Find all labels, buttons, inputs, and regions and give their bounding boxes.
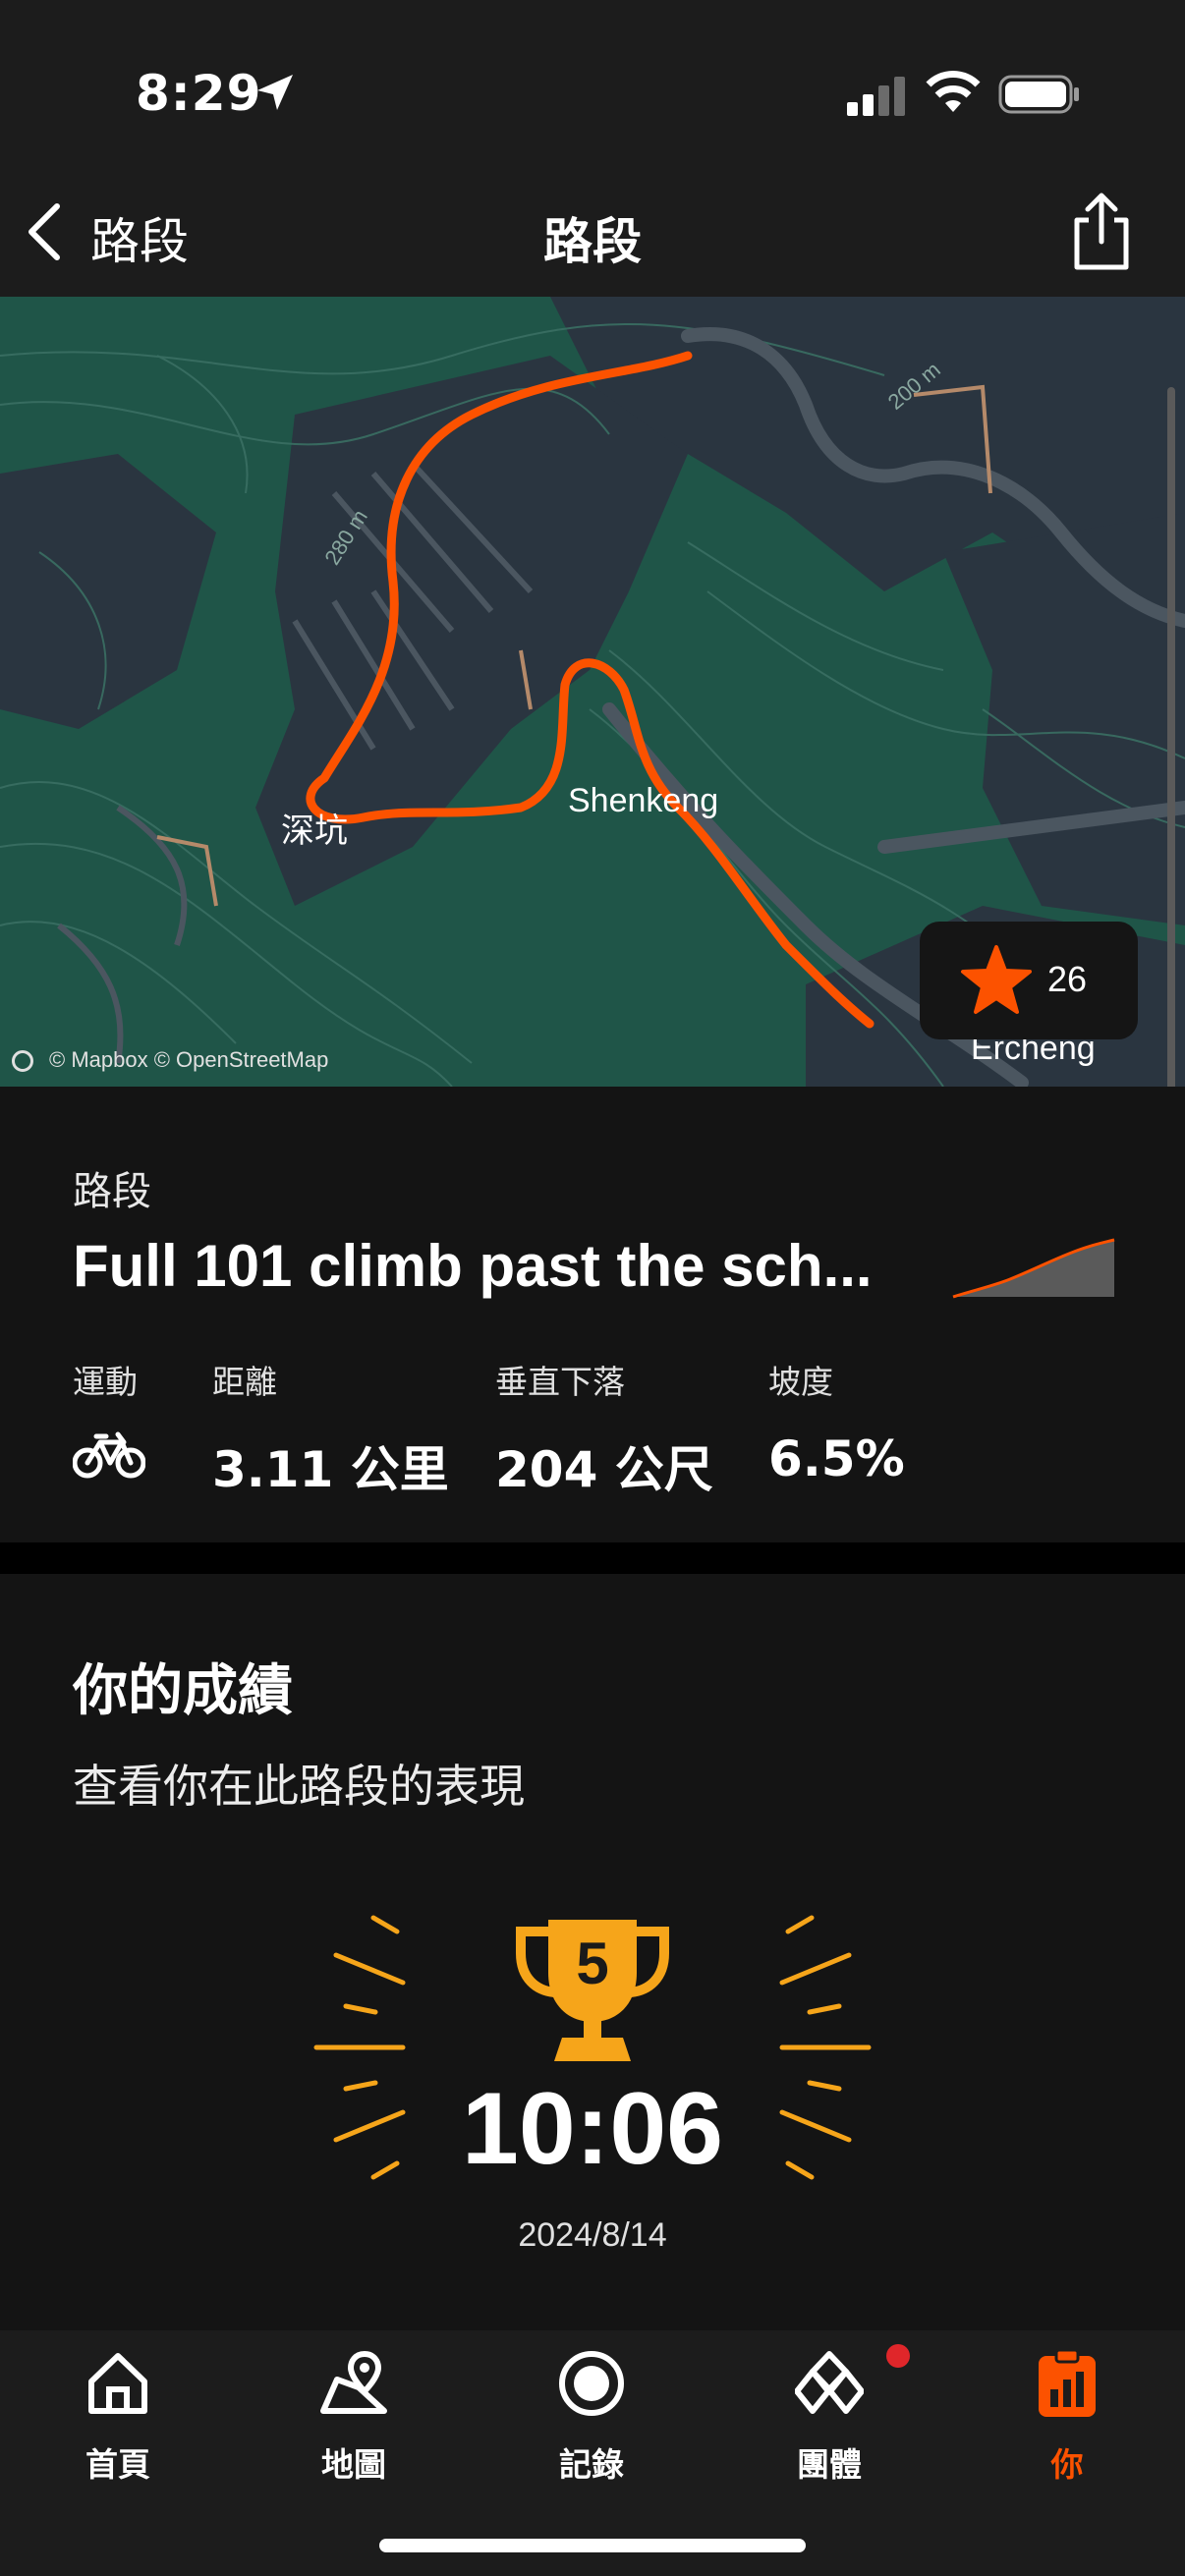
tab-groups[interactable]: 團體 — [711, 2330, 947, 2507]
nav-bar: 路段 路段 — [0, 167, 1185, 297]
results-subtitle: 查看你在此路段的表現 — [73, 1760, 525, 1813]
bike-icon — [73, 1431, 145, 1479]
tab-you[interactable]: 你 — [949, 2330, 1185, 2507]
segment-title: Full 101 climb past the sch... — [73, 1233, 873, 1299]
status-time: 8:29 — [136, 65, 262, 122]
stat-distance-value: 3.11 公里 — [212, 1441, 449, 1498]
battery-icon — [998, 75, 1079, 114]
stat-grade-label: 坡度 — [768, 1363, 833, 1401]
stat-distance: 距離 3.11 公里 — [212, 1356, 449, 1501]
section-divider — [0, 1542, 1185, 1574]
home-icon — [88, 2353, 147, 2414]
tab-groups-label: 團體 — [797, 2445, 862, 2484]
cellular-signal-icon — [847, 77, 905, 116]
tab-home-label: 首頁 — [85, 2445, 150, 2484]
mapbox-logo-icon — [12, 1050, 33, 1073]
you-icon — [1039, 2348, 1096, 2417]
location-arrow-icon — [257, 75, 293, 110]
your-results-card[interactable]: 你的成績 查看你在此路段的表現 5 10:06 2024/8/14 — [0, 1574, 1185, 2330]
trophy-rank: 5 — [576, 1931, 609, 1996]
star-icon — [961, 945, 1032, 1014]
home-indicator[interactable] — [379, 2539, 806, 2552]
wifi-icon — [926, 71, 981, 112]
stat-sport-label: 運動 — [73, 1363, 138, 1401]
tab-record-label: 記錄 — [559, 2445, 624, 2484]
segment-map[interactable]: 深坑 Shenkeng Ercheng 280 m 200 m © Mapbox… — [0, 297, 1185, 1087]
star-segment-button[interactable]: 26 — [920, 922, 1138, 1039]
best-time: 10:06 — [462, 2072, 723, 2186]
map-label-shenkeng: Shenkeng — [568, 782, 719, 819]
segment-label: 路段 — [73, 1169, 151, 1214]
stat-grade: 坡度 6.5% — [768, 1356, 905, 1487]
page-title: 路段 — [543, 213, 642, 270]
best-time-date: 2024/8/14 — [518, 2216, 667, 2254]
map-attribution[interactable]: © Mapbox © OpenStreetMap — [12, 1047, 328, 1073]
segment-info: 路段 Full 101 climb past the sch... 運動 距離 … — [0, 1087, 1185, 1542]
elevation-profile-icon — [952, 1238, 1115, 1299]
stat-grade-value: 6.5% — [768, 1430, 905, 1487]
tab-you-label: 你 — [1050, 2445, 1084, 2484]
results-title: 你的成績 — [73, 1659, 293, 1723]
map-icon — [320, 2350, 387, 2414]
record-icon — [559, 2351, 624, 2416]
stat-distance-label: 距離 — [212, 1363, 277, 1401]
star-count: 26 — [1047, 959, 1088, 999]
groups-icon — [795, 2351, 864, 2414]
tab-record[interactable]: 記錄 — [474, 2330, 709, 2507]
notification-badge — [886, 2344, 910, 2368]
tab-maps-label: 地圖 — [321, 2445, 386, 2484]
stat-elevation: 垂直下落 204 公尺 — [495, 1356, 713, 1501]
stat-elevation-label: 垂直下落 — [495, 1363, 625, 1401]
status-bar: 8:29 — [0, 0, 1185, 167]
stat-elevation-value: 204 公尺 — [495, 1441, 713, 1498]
tab-home[interactable]: 首頁 — [0, 2330, 236, 2507]
tab-maps[interactable]: 地圖 — [236, 2330, 472, 2507]
share-icon[interactable] — [1067, 191, 1136, 271]
stat-sport: 運動 — [73, 1356, 145, 1480]
map-label-shenkeng-zh: 深坑 — [281, 812, 348, 850]
